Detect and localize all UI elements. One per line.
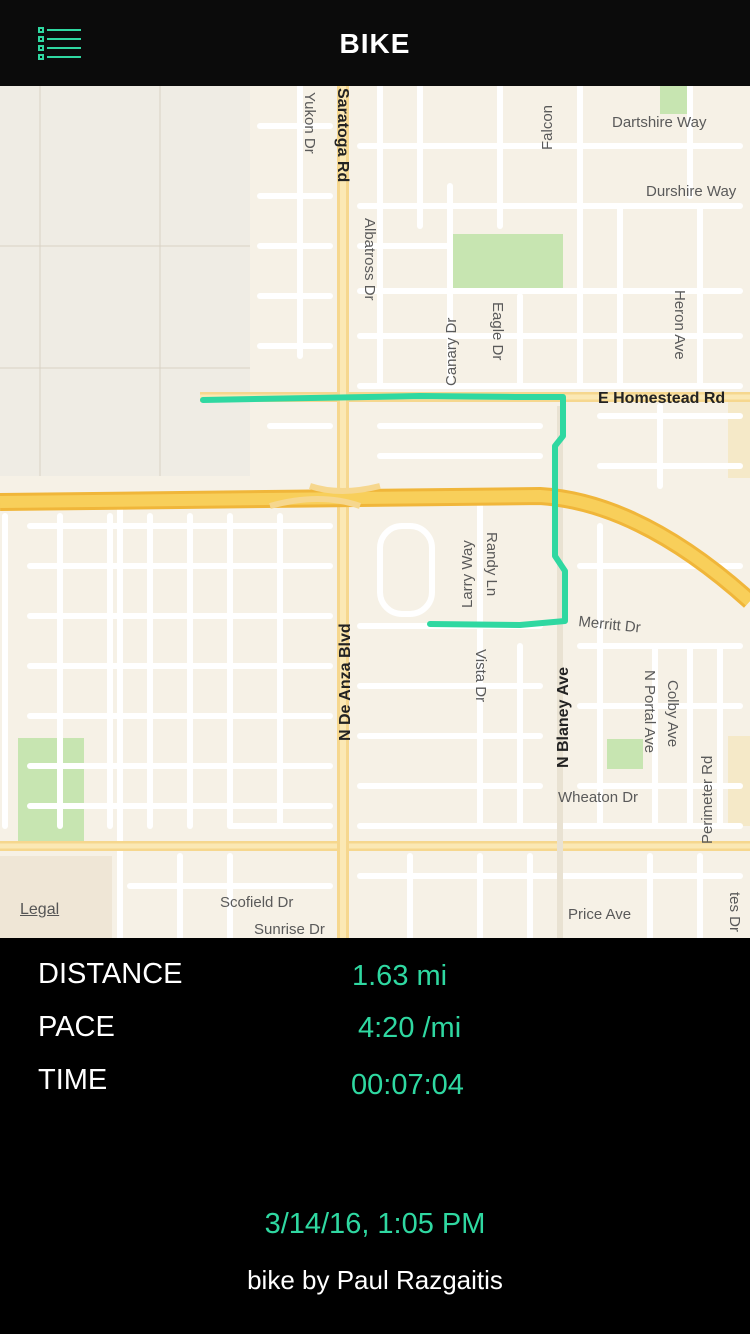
street-label: Randy Ln — [483, 532, 500, 596]
distance-label: DISTANCE — [38, 958, 183, 990]
street-label: Scofield Dr — [220, 894, 293, 911]
street-label: E Homestead Rd — [598, 390, 725, 407]
street-label: Durshire Way — [646, 183, 737, 200]
street-label: Larry Way — [459, 540, 476, 608]
route-map[interactable]: Saratoga Rd Yukon Dr Albatross Dr Falcon… — [0, 86, 750, 938]
street-label: Falcon — [539, 105, 556, 150]
street-label: tes Dr — [726, 892, 743, 932]
page-title: BIKE — [339, 28, 411, 59]
time-value: 00:07:04 — [351, 1069, 464, 1101]
time-label: TIME — [38, 1064, 108, 1096]
distance-value: 1.63 mi — [352, 960, 448, 992]
route-path — [200, 393, 568, 628]
street-label: Price Ave — [568, 906, 631, 923]
pace-label: PACE — [38, 1011, 115, 1043]
legal-link[interactable]: Legal — [20, 901, 59, 919]
street-label: Albatross Dr — [361, 218, 378, 301]
street-label: N Portal Ave — [641, 670, 658, 753]
street-label: N De Anza Blvd — [337, 623, 354, 741]
street-label: Perimeter Rd — [699, 756, 716, 844]
app-credit: bike by Paul Razgaitis — [247, 1265, 503, 1295]
street-label: Yukon Dr — [301, 92, 318, 154]
pace-value: 4:20 /mi — [358, 1012, 462, 1044]
nav-bar: BIKE — [0, 0, 750, 86]
ride-date: 3/14/16, 1:05 PM — [264, 1208, 486, 1240]
street-label: Saratoga Rd — [334, 88, 351, 182]
street-label: Canary Dr — [443, 318, 460, 386]
street-label: Wheaton Dr — [558, 789, 638, 806]
street-label: Eagle Dr — [489, 302, 506, 360]
street-label: Sunrise Dr — [254, 921, 325, 938]
street-label: N Blaney Ave — [555, 667, 572, 768]
street-label: Colby Ave — [664, 680, 681, 747]
street-label: Vista Dr — [472, 649, 489, 702]
street-label: Heron Ave — [671, 290, 688, 360]
street-label: Dartshire Way — [612, 114, 707, 131]
street-label: Merritt Dr — [578, 613, 642, 636]
